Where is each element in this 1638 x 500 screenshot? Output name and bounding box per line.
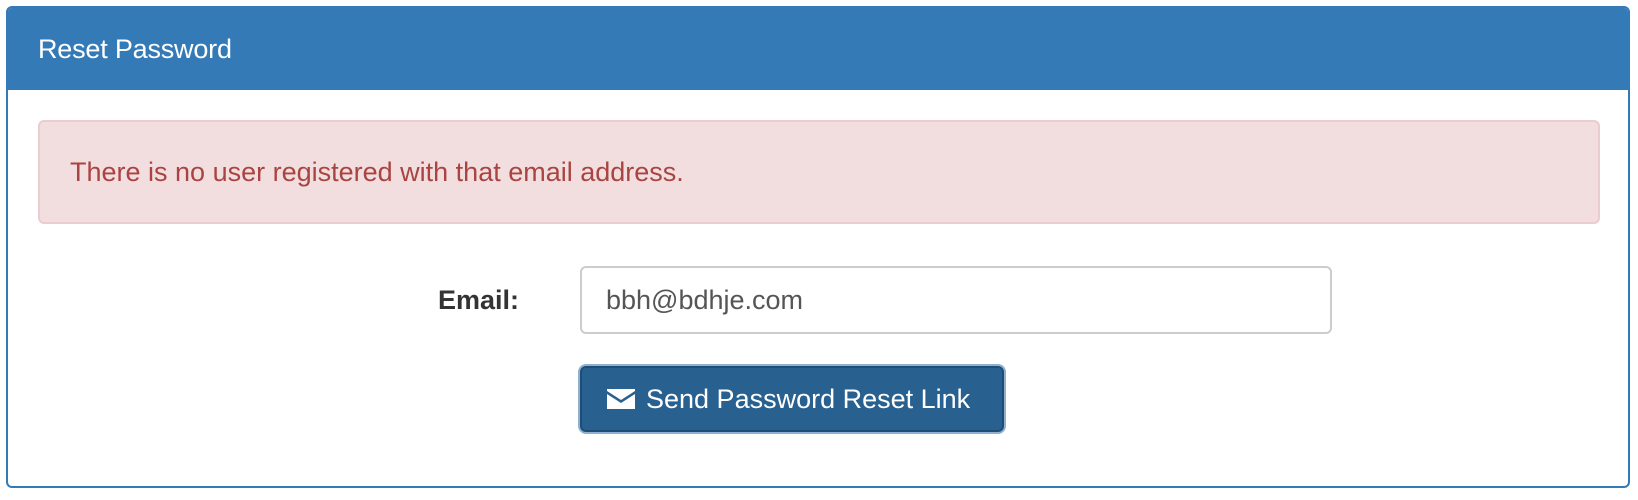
- panel-title: Reset Password: [38, 33, 232, 64]
- send-reset-link-label: Send Password Reset Link: [646, 383, 971, 414]
- error-alert: There is no user registered with that em…: [38, 120, 1600, 224]
- reset-password-panel: Reset Password There is no user register…: [6, 6, 1630, 488]
- send-reset-link-button[interactable]: Send Password Reset Link: [580, 366, 1004, 432]
- error-message: There is no user registered with that em…: [70, 156, 684, 187]
- email-input[interactable]: [580, 266, 1332, 334]
- panel-heading: Reset Password: [8, 8, 1628, 90]
- email-form-row: Email:: [8, 266, 1628, 334]
- envelope-icon: [606, 388, 636, 410]
- email-label: Email:: [438, 284, 520, 315]
